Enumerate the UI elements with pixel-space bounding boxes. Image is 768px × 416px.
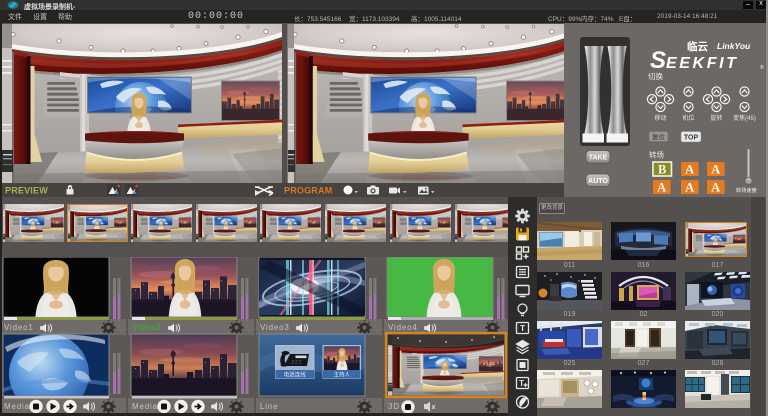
svg-text:转场: 转场 [649, 150, 664, 160]
svg-text:Video1: Video1 [4, 323, 34, 332]
svg-text:转场速度: 转场速度 [736, 186, 757, 194]
svg-text:PREVIEW: PREVIEW [5, 186, 48, 196]
svg-text:AUTO: AUTO [588, 178, 608, 185]
svg-text:LinkYou: LinkYou [717, 41, 751, 51]
svg-text:切换: 切换 [648, 71, 663, 81]
svg-text:电话连线: 电话连线 [284, 371, 307, 379]
svg-text:A: A [685, 163, 694, 177]
svg-text:TOP: TOP [684, 135, 699, 142]
svg-text:变焦(45): 变焦(45) [733, 114, 756, 122]
svg-text:主持人: 主持人 [333, 371, 350, 379]
svg-text:复位: 复位 [651, 132, 666, 141]
svg-text:PROGRAM: PROGRAM [284, 186, 332, 196]
svg-text:TAKE: TAKE [589, 155, 608, 162]
svg-text:Line: Line [260, 402, 278, 411]
svg-text:A: A [711, 163, 720, 177]
svg-text:B: B [658, 163, 666, 177]
svg-text:临云: 临云 [687, 40, 708, 53]
svg-text:Video2: Video2 [132, 323, 162, 332]
svg-text:移动: 移动 [654, 114, 666, 122]
svg-text:A: A [657, 181, 666, 195]
svg-text:Video3: Video3 [260, 323, 290, 332]
svg-text:旋转: 旋转 [710, 114, 722, 122]
svg-text:A: A [711, 181, 720, 195]
svg-text:机位: 机位 [682, 114, 694, 122]
svg-text:3D: 3D [388, 402, 400, 411]
svg-text:A: A [685, 181, 694, 195]
svg-text:T: T [519, 379, 524, 388]
svg-text:Video4: Video4 [388, 323, 418, 332]
svg-text:T: T [520, 324, 525, 333]
svg-text:®: ® [760, 64, 764, 71]
